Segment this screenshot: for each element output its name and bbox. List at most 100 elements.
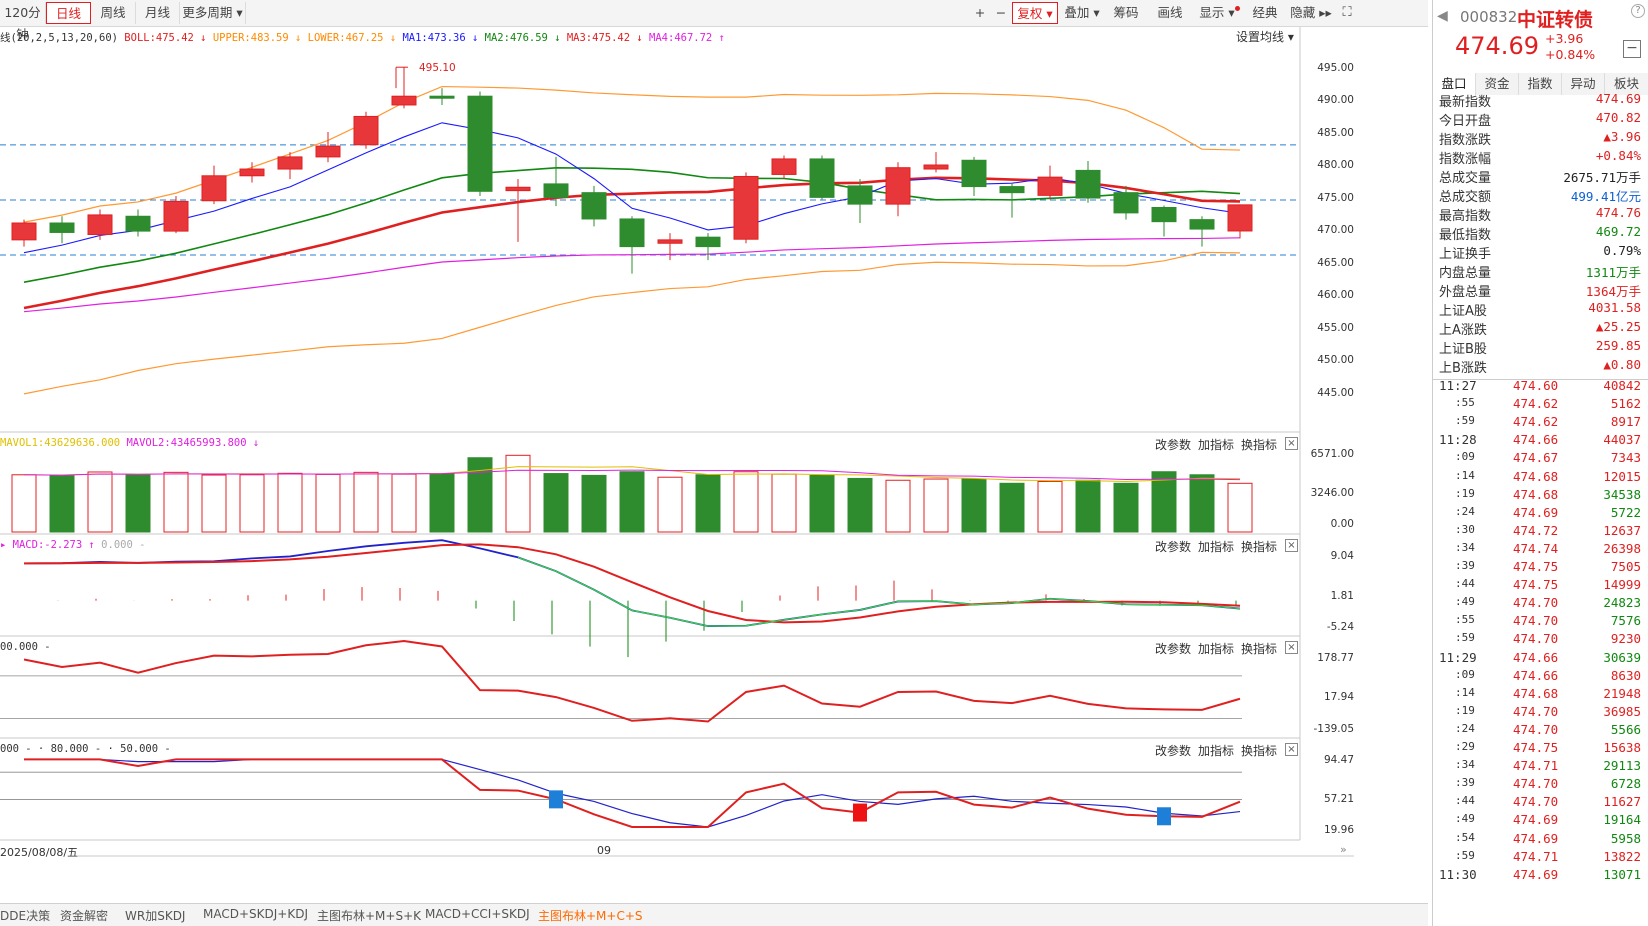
scroll-right-icon[interactable]: » [1340,843,1347,856]
quote-row-label: 外盘总量 [1439,285,1492,300]
period-tab-daily[interactable]: 日线 [46,2,91,24]
price-tick: 475.00 [1317,192,1354,204]
template-tab-boll-mcs[interactable]: 主图布林+M+C+S [538,907,643,924]
tick-row: :19 474.70 36985 [1433,704,1648,723]
tick-row: :30 474.72 12637 [1433,523,1648,542]
mavol2-value: MAVOL2:43465993.800 [126,437,247,449]
ma-settings-dropdown[interactable]: 设置均线 ▾ [1236,28,1294,45]
quote-row-value: 4031.58 [1588,300,1641,315]
collapse-icon[interactable]: − [1623,40,1641,58]
cci-tick: 17.94 [1323,691,1354,703]
quote-row: 上证A股 4031.58 [1439,300,1641,320]
cci-add-indicator-button[interactable]: 加指标 [1198,640,1234,657]
tick-volume: 8917 [1610,414,1641,430]
tick-volume: 24823 [1603,595,1641,611]
quote-row-value: 470.82 [1595,110,1641,125]
period-tab-120min[interactable]: 120分钟 [0,2,46,42]
quote-row-label: 最低指数 [1439,228,1492,243]
kdj-edit-params-button[interactable]: 改参数 [1155,742,1191,759]
vol-add-indicator-button[interactable]: 加指标 [1198,436,1234,453]
classic-button[interactable]: 经典 [1244,2,1286,24]
tick-volume: 40842 [1603,378,1641,393]
tick-row: :14 474.68 12015 [1433,469,1648,488]
volume-bar [429,473,455,533]
kdj-tick: 57.21 [1323,793,1354,805]
price-tick: 470.00 [1317,224,1354,236]
kdj-add-indicator-button[interactable]: 加指标 [1198,742,1234,759]
display-dropdown[interactable]: 显示 ▾ [1194,2,1240,24]
tick-volume: 44037 [1603,432,1641,448]
macd-close-icon[interactable]: × [1285,539,1298,552]
candle-body [1075,169,1101,199]
template-tab-boll-msk[interactable]: 主图布林+M+S+K [317,907,421,924]
cci-close-icon[interactable]: × [1285,641,1298,654]
volume-bar [87,471,113,533]
vol-close-icon[interactable]: × [1285,437,1298,450]
tick-row: :34 474.71 29113 [1433,758,1648,777]
fullscreen-icon[interactable]: ⛶ [1336,2,1358,24]
cci-tick: -139.05 [1313,723,1354,735]
kdj-d-line [24,758,1241,828]
macd-edit-params-button[interactable]: 改参数 [1155,538,1191,555]
macd-legend: ▸ MACD:-2.273 ↑ 0.000 - [0,539,146,551]
kdj-k-line [24,758,1241,828]
volume-bar [315,473,341,533]
chips-button[interactable]: 筹码 [1106,2,1146,24]
vol-swap-indicator-button[interactable]: 换指标 [1241,436,1277,453]
volume-bar [619,471,645,533]
template-tab-dde[interactable]: DDE决策 [0,907,50,924]
kline-chart[interactable] [0,27,1428,907]
tick-price: 474.66 [1513,432,1559,448]
tick-price: 474.62 [1513,396,1559,412]
overlay-dropdown[interactable]: 叠加 ▾ [1060,2,1104,24]
period-tab-monthly[interactable]: 月线 [136,2,180,24]
period-tab-weekly[interactable]: 周线 [91,2,136,24]
tick-row: :49 474.69 19164 [1433,812,1648,831]
prev-stock-icon[interactable]: ◀ [1437,8,1448,24]
kdj-close-icon[interactable]: × [1285,743,1298,756]
zoom-in-button[interactable]: + [970,2,990,24]
tick-volume: 19164 [1603,812,1641,828]
candle-body [961,159,987,188]
template-tab-wr-skdj[interactable]: WR加SKDJ [125,907,185,924]
hide-panel-button[interactable]: 隐藏 ▸▸ [1288,2,1334,24]
volume-bar [771,473,797,533]
price-tick: 450.00 [1317,354,1354,366]
adjust-rights-dropdown[interactable]: 复权 ▾ [1012,2,1058,24]
tick-time: :14 [1455,685,1475,699]
candle-body [999,186,1025,194]
zoom-out-button[interactable]: − [991,2,1011,24]
high-price-marker: 495.10 [419,62,456,74]
quote-row-value: ▲25.25 [1595,319,1641,334]
info-icon[interactable]: ? [1631,4,1645,18]
candle-body [1227,204,1253,232]
vol-tick: 3246.00 [1310,487,1354,499]
tick-time: 11:29 [1439,649,1477,665]
draw-line-button[interactable]: 画线 [1150,2,1190,24]
candle-body [201,175,227,202]
macd-tick: 1.81 [1330,590,1354,602]
more-periods-dropdown[interactable]: 更多周期 ▾ [180,2,246,24]
macd-swap-indicator-button[interactable]: 换指标 [1241,538,1277,555]
kdj-b-value: 80.000 - [50,743,102,755]
mavol1-value: MAVOL1:43629636.000 [0,437,121,449]
quote-row: 总成交额 499.41亿元 [1439,186,1641,206]
tick-time: :54 [1455,830,1475,844]
cci-edit-params-button[interactable]: 改参数 [1155,640,1191,657]
tick-price: 474.75 [1513,577,1559,593]
cci-swap-indicator-button[interactable]: 换指标 [1241,640,1277,657]
macd-add-indicator-button[interactable]: 加指标 [1198,538,1234,555]
tick-price: 474.70 [1513,631,1559,647]
macd-tick: 9.04 [1330,550,1354,562]
volume-bar [1075,479,1101,533]
price-tick: 460.00 [1317,289,1354,301]
template-tab-macd-skdj-kdj[interactable]: MACD+SKDJ+KDJ [203,907,308,921]
volume-bar [923,478,949,533]
vol-edit-params-button[interactable]: 改参数 [1155,436,1191,453]
kdj-swap-indicator-button[interactable]: 换指标 [1241,742,1277,759]
template-tab-fund[interactable]: 资金解密 [60,907,108,924]
tick-price: 474.67 [1513,450,1559,466]
template-tab-macd-cci-skdj[interactable]: MACD+CCI+SKDJ [425,907,530,921]
price-change: +3.96 [1545,31,1584,46]
tick-volume: 7343 [1610,450,1641,466]
